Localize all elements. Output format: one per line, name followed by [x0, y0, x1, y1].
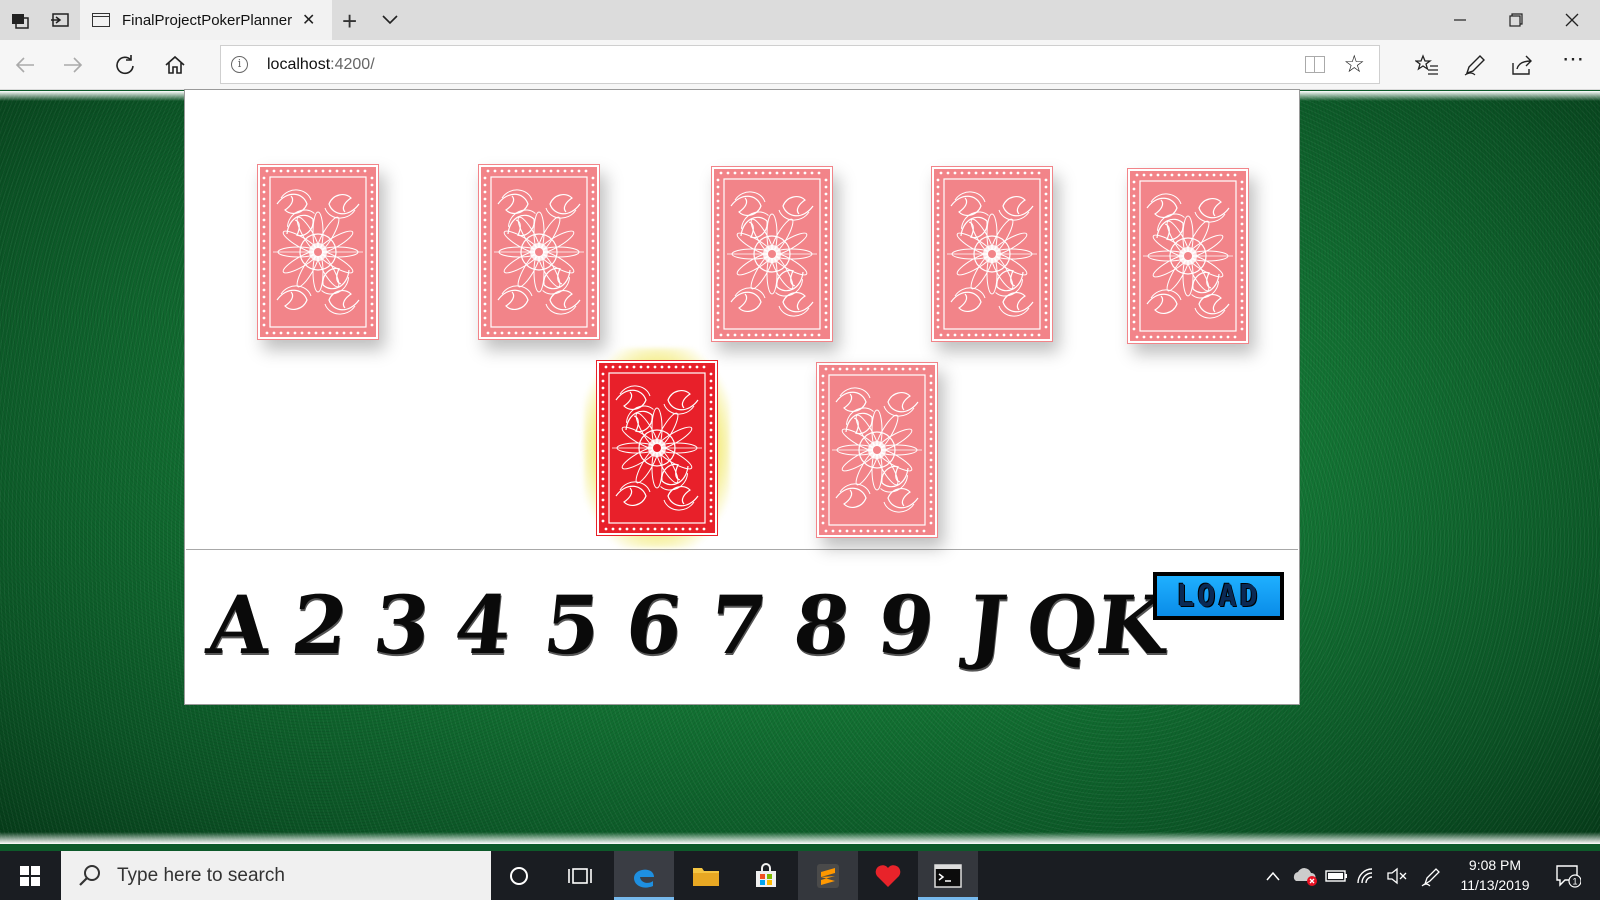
- taskbar-search-box[interactable]: Type here to search: [61, 851, 491, 900]
- rank-button-7[interactable]: 7: [701, 575, 776, 675]
- pen-icon[interactable]: [1462, 52, 1488, 78]
- url-text: localhost:4200/: [267, 56, 375, 74]
- card-back[interactable]: [816, 362, 938, 538]
- rank-button-6[interactable]: 6: [617, 575, 692, 675]
- onedrive-error-icon[interactable]: [1290, 851, 1320, 900]
- browser-tab[interactable]: FinalProjectPokerPlanner ✕: [80, 0, 332, 40]
- rank-button-4[interactable]: 4: [446, 575, 521, 675]
- url-path: :4200/: [330, 56, 375, 73]
- edge-taskbar-icon[interactable]: [614, 851, 674, 900]
- store-icon[interactable]: [736, 851, 796, 900]
- reading-view-icon[interactable]: [1305, 56, 1325, 73]
- card-back[interactable]: [257, 164, 379, 340]
- windows-start-icon[interactable]: [0, 851, 60, 900]
- notification-count: 1: [1572, 876, 1577, 886]
- rank-button-8[interactable]: 8: [785, 575, 860, 675]
- favorites-hub-icon[interactable]: [1414, 52, 1440, 78]
- cortana-icon[interactable]: [496, 851, 542, 900]
- card-back[interactable]: [1127, 168, 1249, 344]
- close-tab-icon[interactable]: ✕: [302, 10, 315, 30]
- card-back[interactable]: [931, 166, 1053, 342]
- file-explorer-icon[interactable]: [676, 851, 736, 900]
- load-button[interactable]: LOAD: [1153, 572, 1284, 620]
- page-icon: [92, 13, 110, 27]
- minimize-icon[interactable]: [1432, 0, 1488, 40]
- address-bar[interactable]: i localhost:4200/ ☆: [220, 45, 1380, 84]
- share-icon[interactable]: [1510, 52, 1536, 78]
- browser-navbar: i localhost:4200/ ☆ ⋯: [0, 40, 1600, 90]
- tab-actions-icon[interactable]: [8, 8, 32, 32]
- restore-icon[interactable]: [1488, 0, 1544, 40]
- close-window-icon[interactable]: [1544, 0, 1600, 40]
- rank-button-3[interactable]: 3: [365, 575, 440, 675]
- new-tab-icon[interactable]: +: [342, 6, 357, 37]
- action-center-icon[interactable]: 1: [1548, 851, 1588, 900]
- heart-app-icon[interactable]: [858, 851, 918, 900]
- more-icon[interactable]: ⋯: [1560, 46, 1586, 72]
- pen-workspace-icon[interactable]: [1416, 851, 1446, 900]
- back-icon[interactable]: [12, 52, 38, 78]
- search-placeholder: Type here to search: [117, 864, 285, 886]
- rank-button-5[interactable]: 5: [535, 575, 610, 675]
- taskbar: Type here to search 9:08 PM 11/13/2019 1: [0, 851, 1600, 900]
- chevron-down-icon[interactable]: [380, 9, 400, 29]
- tab-title: FinalProjectPokerPlanner: [122, 11, 293, 29]
- task-view-icon[interactable]: [556, 851, 604, 900]
- load-label: LOAD: [1157, 576, 1280, 616]
- home-icon[interactable]: [162, 52, 188, 78]
- rank-button-q[interactable]: Q: [1022, 575, 1102, 675]
- clock-time[interactable]: 9:08 PM: [1450, 857, 1540, 873]
- set-tabs-aside-icon[interactable]: [48, 8, 72, 32]
- rank-button-j[interactable]: J: [951, 575, 1026, 675]
- terminal-icon[interactable]: [918, 851, 978, 900]
- browser-titlebar: FinalProjectPokerPlanner ✕ +: [0, 0, 1600, 40]
- refresh-icon[interactable]: [112, 52, 138, 78]
- card-back-selected[interactable]: [596, 360, 718, 536]
- felt-edge-bottom: [0, 832, 1600, 844]
- card-back[interactable]: [711, 166, 833, 342]
- wifi-icon[interactable]: [1352, 851, 1382, 900]
- rank-button-a[interactable]: A: [202, 575, 277, 675]
- site-info-icon[interactable]: i: [231, 56, 248, 73]
- forward-icon[interactable]: [60, 52, 86, 78]
- favorite-star-icon[interactable]: ☆: [1343, 50, 1365, 79]
- clock-date[interactable]: 11/13/2019: [1450, 877, 1540, 893]
- rank-button-2[interactable]: 2: [283, 575, 358, 675]
- battery-icon[interactable]: [1322, 851, 1352, 900]
- rank-button-9[interactable]: 9: [869, 575, 944, 675]
- panel-divider: [186, 549, 1298, 550]
- search-icon: [79, 864, 100, 886]
- sublime-text-icon[interactable]: [798, 851, 858, 900]
- volume-muted-icon[interactable]: [1382, 851, 1412, 900]
- show-hidden-icons-icon[interactable]: [1260, 851, 1286, 900]
- url-host: localhost: [267, 56, 331, 73]
- card-back[interactable]: [478, 164, 600, 340]
